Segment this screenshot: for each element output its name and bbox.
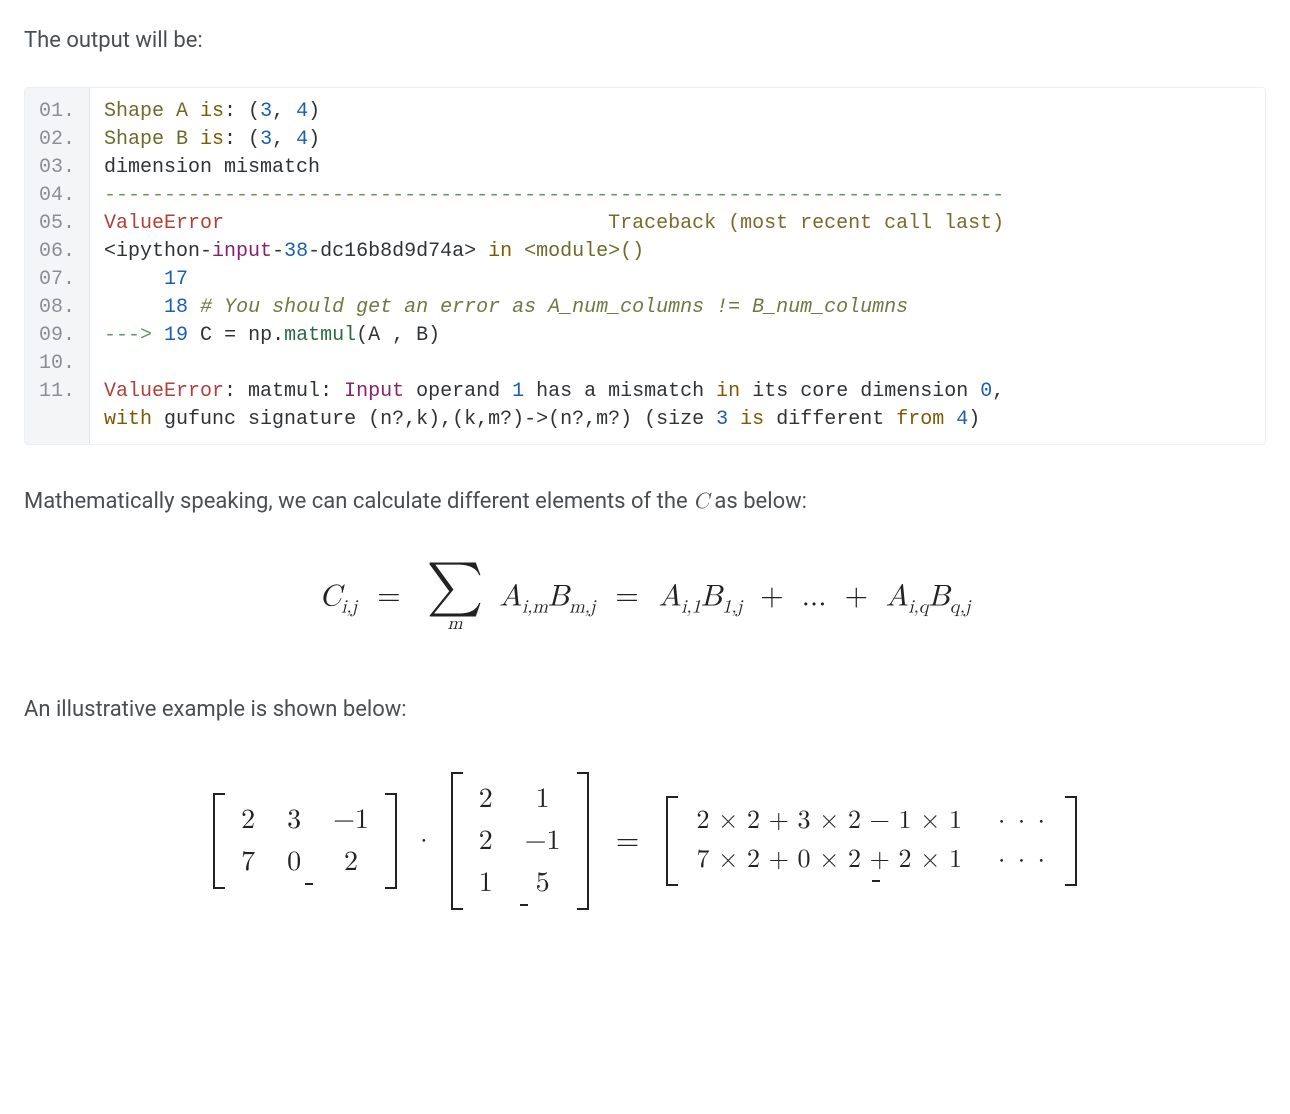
line-number: 10. <box>33 350 81 378</box>
matrix-A: 23−1 702 <box>213 793 397 889</box>
code-line: Shape A is: (3, 4) <box>104 100 320 123</box>
line-number-gutter: 01. 02. 03. 04. 05. 06. 07. 08. 09. 10. … <box>25 88 90 444</box>
matrix-example: 23−1 702 · 21 2−1 15 = 2 × 2 + 3 × 2 − 1… <box>24 772 1266 910</box>
code-line: ValueError Traceback (most recent call l… <box>104 212 1004 235</box>
formula-sum: Ci,j = ∑ m Ai,mBm,j = Ai,1B1,j + ... + A… <box>24 565 1266 633</box>
code-line: <ipython-input-38-dc16b8d9d74a> in <modu… <box>104 240 644 263</box>
line-number: 07. <box>33 266 81 294</box>
line-number: 01. <box>33 98 81 126</box>
code-line: 17 <box>104 268 188 291</box>
line-number: 06. <box>33 238 81 266</box>
code-line: dimension mismatch <box>104 156 320 179</box>
code-line: with gufunc signature (n?,k),(k,m?)->(n?… <box>104 408 980 431</box>
math-var-C: C <box>693 491 709 513</box>
code-line: ---> 19 C = np.matmul(A , B) <box>104 324 440 347</box>
line-number: 04. <box>33 182 81 210</box>
intro-text: The output will be: <box>24 24 1266 57</box>
line-number: 11. <box>33 378 81 406</box>
code-content: Shape A is: (3, 4) Shape B is: (3, 4) di… <box>90 88 1265 444</box>
line-number: 03. <box>33 154 81 182</box>
line-number: 02. <box>33 126 81 154</box>
sigma-icon: ∑ m <box>427 565 484 633</box>
paragraph-3: An illustrative example is shown below: <box>24 693 1266 726</box>
code-line: 18 # You should get an error as A_num_co… <box>104 296 908 319</box>
line-number: 09. <box>33 322 81 350</box>
line-number: 05. <box>33 210 81 238</box>
paragraph-2: Mathematically speaking, we can calculat… <box>24 485 1266 519</box>
dot-operator-icon: · <box>420 825 427 856</box>
matrix-B: 21 2−1 15 <box>451 772 589 910</box>
line-number: 08. <box>33 294 81 322</box>
matrix-result: 2 × 2 + 3 × 2 − 1 × 1· · · 7 × 2 + 0 × 2… <box>666 796 1076 886</box>
code-line: ValueError: matmul: Input operand 1 has … <box>104 380 1004 403</box>
code-line: Shape B is: (3, 4) <box>104 128 320 151</box>
code-line: ----------------------------------------… <box>104 184 1004 207</box>
code-block: 01. 02. 03. 04. 05. 06. 07. 08. 09. 10. … <box>24 87 1266 445</box>
